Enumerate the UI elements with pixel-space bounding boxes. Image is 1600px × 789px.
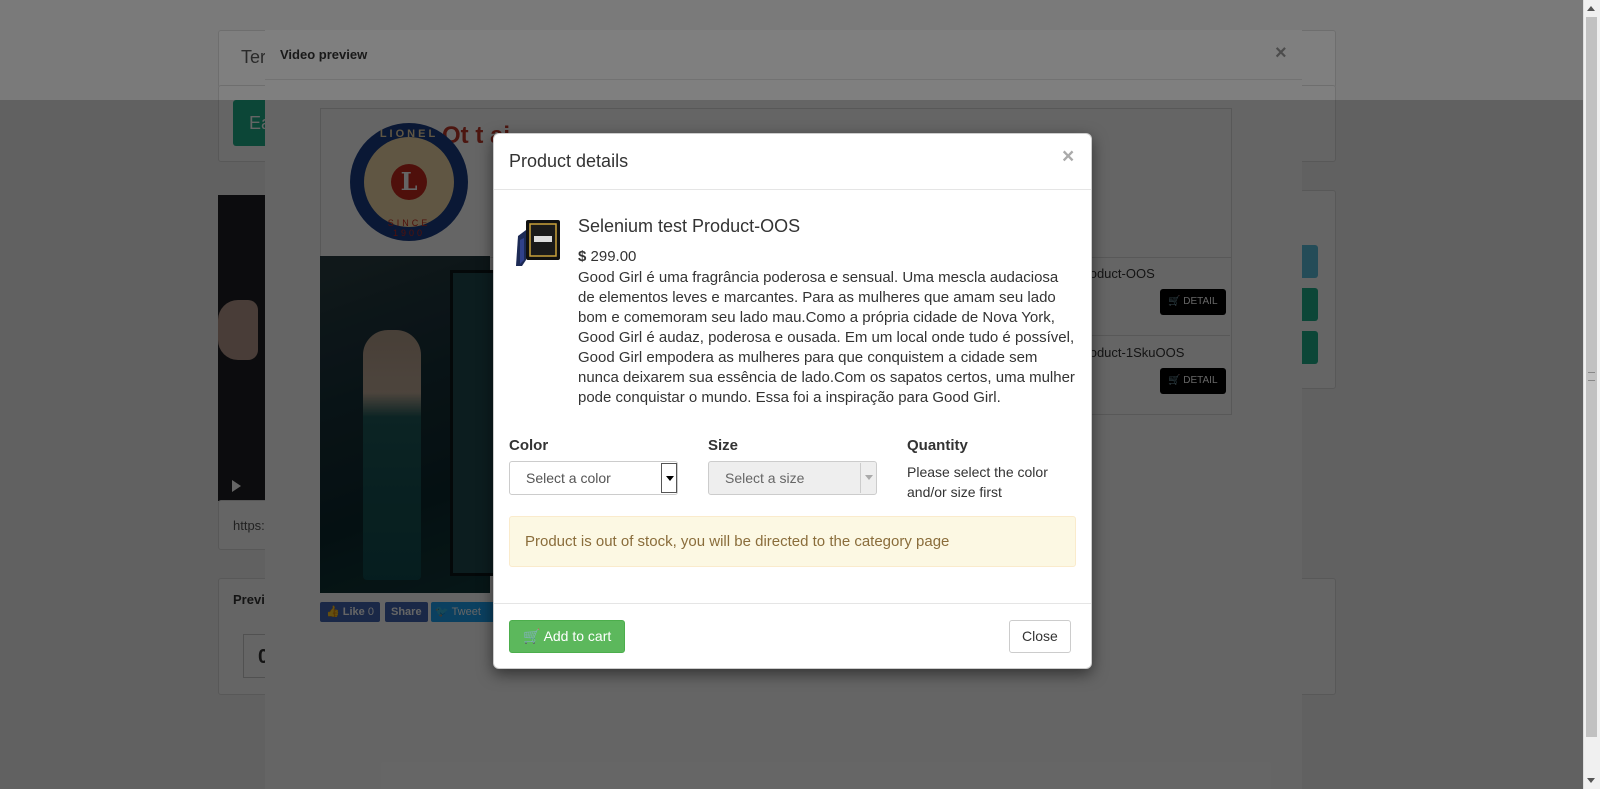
add-to-cart-label: Add to cart — [543, 628, 612, 644]
product-name: Selenium test Product-OOS — [578, 216, 801, 236]
size-label: Size — [708, 437, 739, 454]
close-icon[interactable]: × — [1062, 146, 1074, 167]
product-details-modal: Product details × Selenium test Product-… — [493, 133, 1092, 669]
chevron-down-icon[interactable] — [661, 463, 677, 493]
shopping-cart-icon: 🛒 — [523, 628, 541, 644]
product-price: $ 299.00 — [578, 248, 636, 265]
out-of-stock-alert: Product is out of stock, you will be dir… — [509, 516, 1076, 567]
size-select[interactable]: Select a size — [708, 461, 877, 495]
scroll-up-icon[interactable] — [1583, 0, 1600, 17]
scroll-grip-icon — [1588, 372, 1595, 381]
close-button[interactable]: Close — [1009, 620, 1071, 653]
color-label: Color — [509, 437, 549, 454]
product-description: Good Girl é uma fragrância poderosa e se… — [578, 269, 1075, 406]
price-value: 299.00 — [590, 248, 637, 265]
add-to-cart-button[interactable]: 🛒 Add to cart — [509, 620, 626, 653]
product-thumbnail — [516, 220, 560, 266]
color-select[interactable]: Select a color — [509, 461, 678, 495]
scroll-down-icon[interactable] — [1583, 772, 1600, 789]
quantity-label: Quantity — [907, 437, 968, 454]
quantity-note: Please select the color and/or size firs… — [907, 464, 1048, 500]
chevron-down-icon — [860, 463, 876, 493]
product-modal-header: Product details × — [494, 134, 1091, 190]
price-currency: $ — [578, 248, 587, 265]
modal-footer-divider — [494, 603, 1091, 604]
product-modal-title: Product details — [509, 151, 629, 171]
